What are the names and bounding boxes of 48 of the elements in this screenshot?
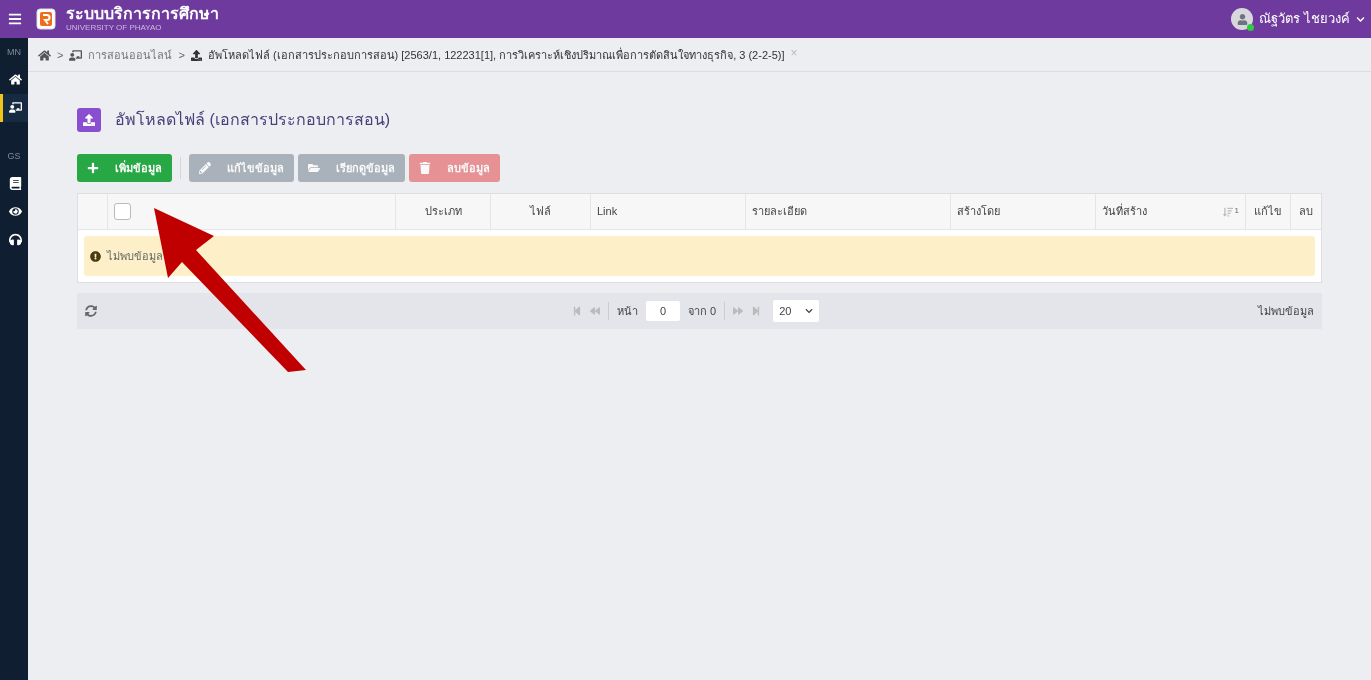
home-icon[interactable] — [38, 49, 51, 62]
column-header[interactable]: แก้ไข — [1254, 203, 1282, 220]
teacher-board-icon — [69, 49, 83, 62]
sidebar-item[interactable] — [0, 93, 28, 122]
sidebar-section-label: GS — [6, 149, 22, 163]
page-total: จาก 0 — [688, 303, 717, 319]
breadcrumb-item[interactable]: การสอนออนไลน์ — [88, 47, 173, 64]
page-label: หน้า — [617, 303, 638, 319]
teacher-board-icon — [9, 101, 22, 114]
app-subtitle: UNIVERSITY OF PHAYAO — [66, 24, 163, 32]
pagination-status: ไม่พบข้อมูล — [1258, 303, 1314, 320]
book-icon — [9, 176, 22, 190]
select-all-checkbox[interactable] — [114, 203, 131, 220]
home-icon — [9, 73, 22, 86]
empty-message: ไม่พบข้อมูล — [107, 248, 163, 265]
sort-order: 1 — [1234, 206, 1239, 215]
pencil-icon — [199, 162, 211, 174]
column-header[interactable]: ลบ — [1299, 203, 1313, 220]
chevron-down-icon[interactable] — [1356, 14, 1365, 24]
menu-icon[interactable] — [8, 12, 22, 26]
upload-icon — [190, 50, 202, 61]
trash-icon — [419, 162, 431, 174]
column-header[interactable]: สร้างโดย — [957, 203, 1000, 220]
sidebar-section-label: MN — [6, 46, 22, 59]
user-icon — [1236, 13, 1248, 25]
user-name[interactable]: ณัฐวัตร ไชยวงค์ — [1259, 9, 1350, 29]
column-header[interactable]: ไฟล์ — [530, 203, 551, 220]
column-header[interactable]: รายละเอียด — [752, 203, 807, 220]
logo-icon — [36, 8, 56, 30]
app-title: ระบบบริการการศึกษา — [66, 6, 219, 22]
warning-icon — [90, 250, 101, 262]
user-avatar[interactable] — [1231, 8, 1254, 30]
headphones-icon — [9, 232, 22, 246]
upload-icon — [83, 114, 95, 126]
column-header[interactable]: ประเภท — [424, 203, 462, 220]
column-header[interactable]: วันที่สร้าง — [1102, 203, 1147, 220]
breadcrumb-item: อัพโหลดไฟล์ (เอกสารประกอบการสอน) [2563/1, 122231[1], การวิเคราะห์เชิงปริมาณเพื่อการตัดสินใจทางธุรกิจ, 3 (2-2-5)] — [207, 47, 785, 64]
breadcrumb-separator: > — [178, 48, 185, 64]
plus-icon — [87, 162, 99, 174]
page-title: อัพโหลดไฟล์ (เอกสารประกอบการสอน) — [115, 109, 391, 130]
column-header[interactable]: Link — [597, 203, 618, 220]
eye-icon — [9, 204, 22, 218]
refresh-icon[interactable] — [85, 305, 97, 317]
breadcrumb-separator: > — [57, 48, 64, 64]
page-number-field[interactable]: 0 — [646, 301, 680, 321]
folder-icon — [308, 162, 320, 174]
chevron-down-icon — [805, 307, 814, 315]
page-size-select[interactable]: 20 — [773, 300, 820, 322]
